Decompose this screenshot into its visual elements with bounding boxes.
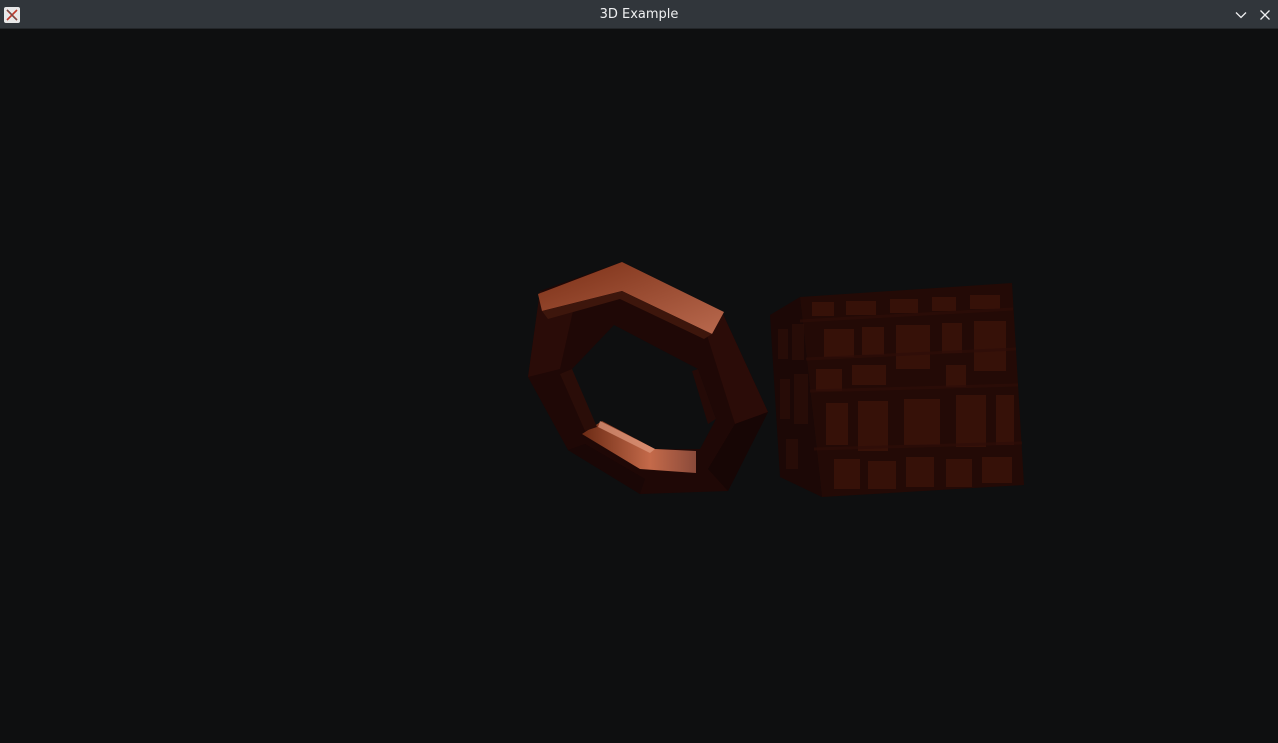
3d-scene xyxy=(528,262,1024,497)
torus-object xyxy=(528,262,768,494)
close-icon[interactable] xyxy=(1257,7,1273,23)
3d-viewport[interactable] xyxy=(0,29,1278,743)
chevron-down-icon[interactable] xyxy=(1233,7,1249,23)
cube-object xyxy=(770,283,1024,497)
window-title: 3D Example xyxy=(599,7,679,22)
title-bar[interactable]: 3D Example xyxy=(0,0,1278,29)
app-window: 3D Example xyxy=(0,0,1278,743)
